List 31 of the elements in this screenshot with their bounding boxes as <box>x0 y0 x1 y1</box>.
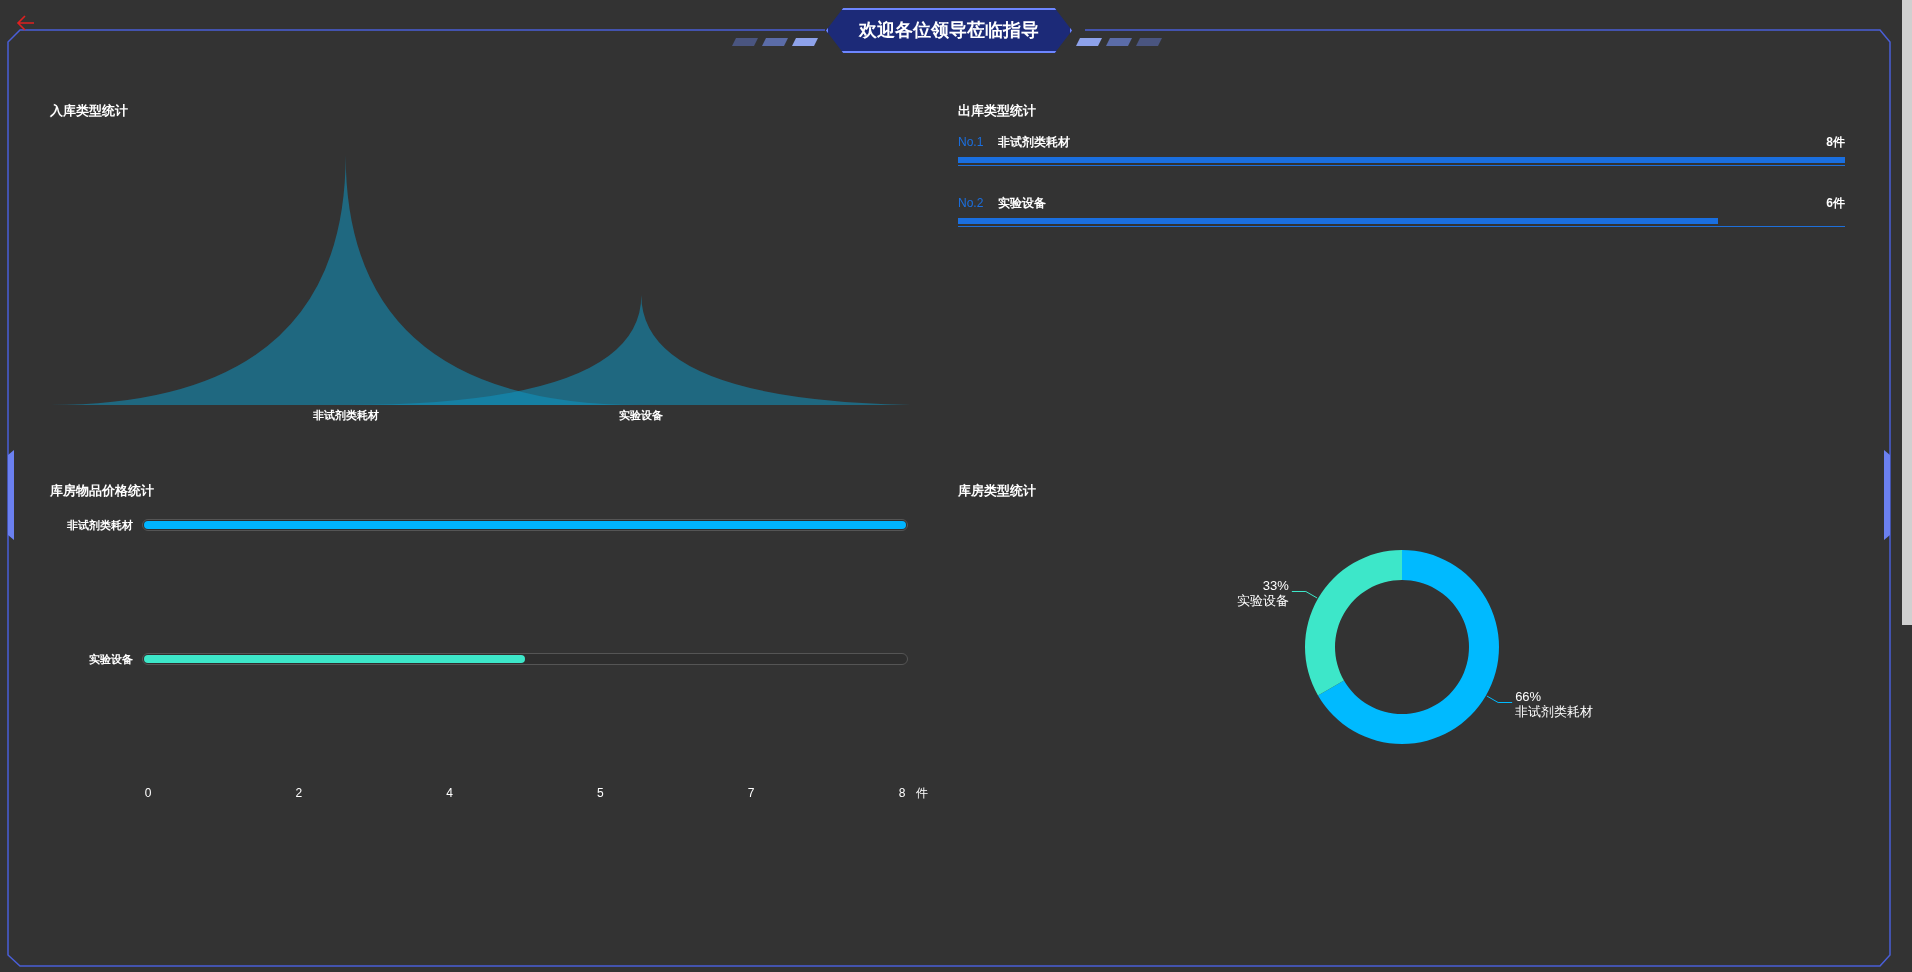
axis-tick-label: 4 <box>445 785 454 802</box>
category-label: 非试剂类耗材 <box>312 408 379 423</box>
rank-label: No.2 <box>958 195 985 212</box>
slice-name-label: 非试剂类耗材 <box>1514 703 1593 719</box>
bar-label: 实验设备 <box>88 651 134 667</box>
slice-name-label: 实验设备 <box>1236 592 1289 608</box>
axis-tick-label: 7 <box>746 785 756 802</box>
item-count: 8件 <box>1826 134 1845 151</box>
item-name: 非试剂类耗材 <box>998 134 1070 151</box>
bar-label: 非试剂类耗材 <box>66 518 134 533</box>
slice-percent-label: 33% <box>1262 577 1289 593</box>
panel-title: 库房类型统计 <box>958 484 1037 497</box>
rank-label: No.1 <box>958 134 985 151</box>
category-label: 实验设备 <box>619 408 664 423</box>
axis-tick-label: 5 <box>596 785 605 802</box>
slice-percent-label: 66% <box>1514 688 1541 704</box>
stripe-decoration-icon <box>730 36 820 48</box>
axis-unit-label: 件 <box>916 785 928 802</box>
header-title: 欢迎各位领导莅临指导 <box>859 19 1039 42</box>
leader-line <box>1485 695 1513 703</box>
panel-title: 库房物品价格统计 <box>50 484 155 497</box>
axis-tick-label: 8 <box>897 785 907 802</box>
item-count: 6件 <box>1826 195 1845 212</box>
stripe-decoration-icon <box>1074 36 1164 48</box>
axis-tick-label: 2 <box>294 785 304 802</box>
item-name: 实验设备 <box>998 195 1046 212</box>
back-arrow-icon[interactable] <box>16 14 36 32</box>
panel-title: 出库类型统计 <box>958 104 1037 117</box>
leader-line <box>1290 591 1318 599</box>
panel-title: 入库类型统计 <box>50 104 129 117</box>
axis-tick-label: 0 <box>143 785 153 802</box>
